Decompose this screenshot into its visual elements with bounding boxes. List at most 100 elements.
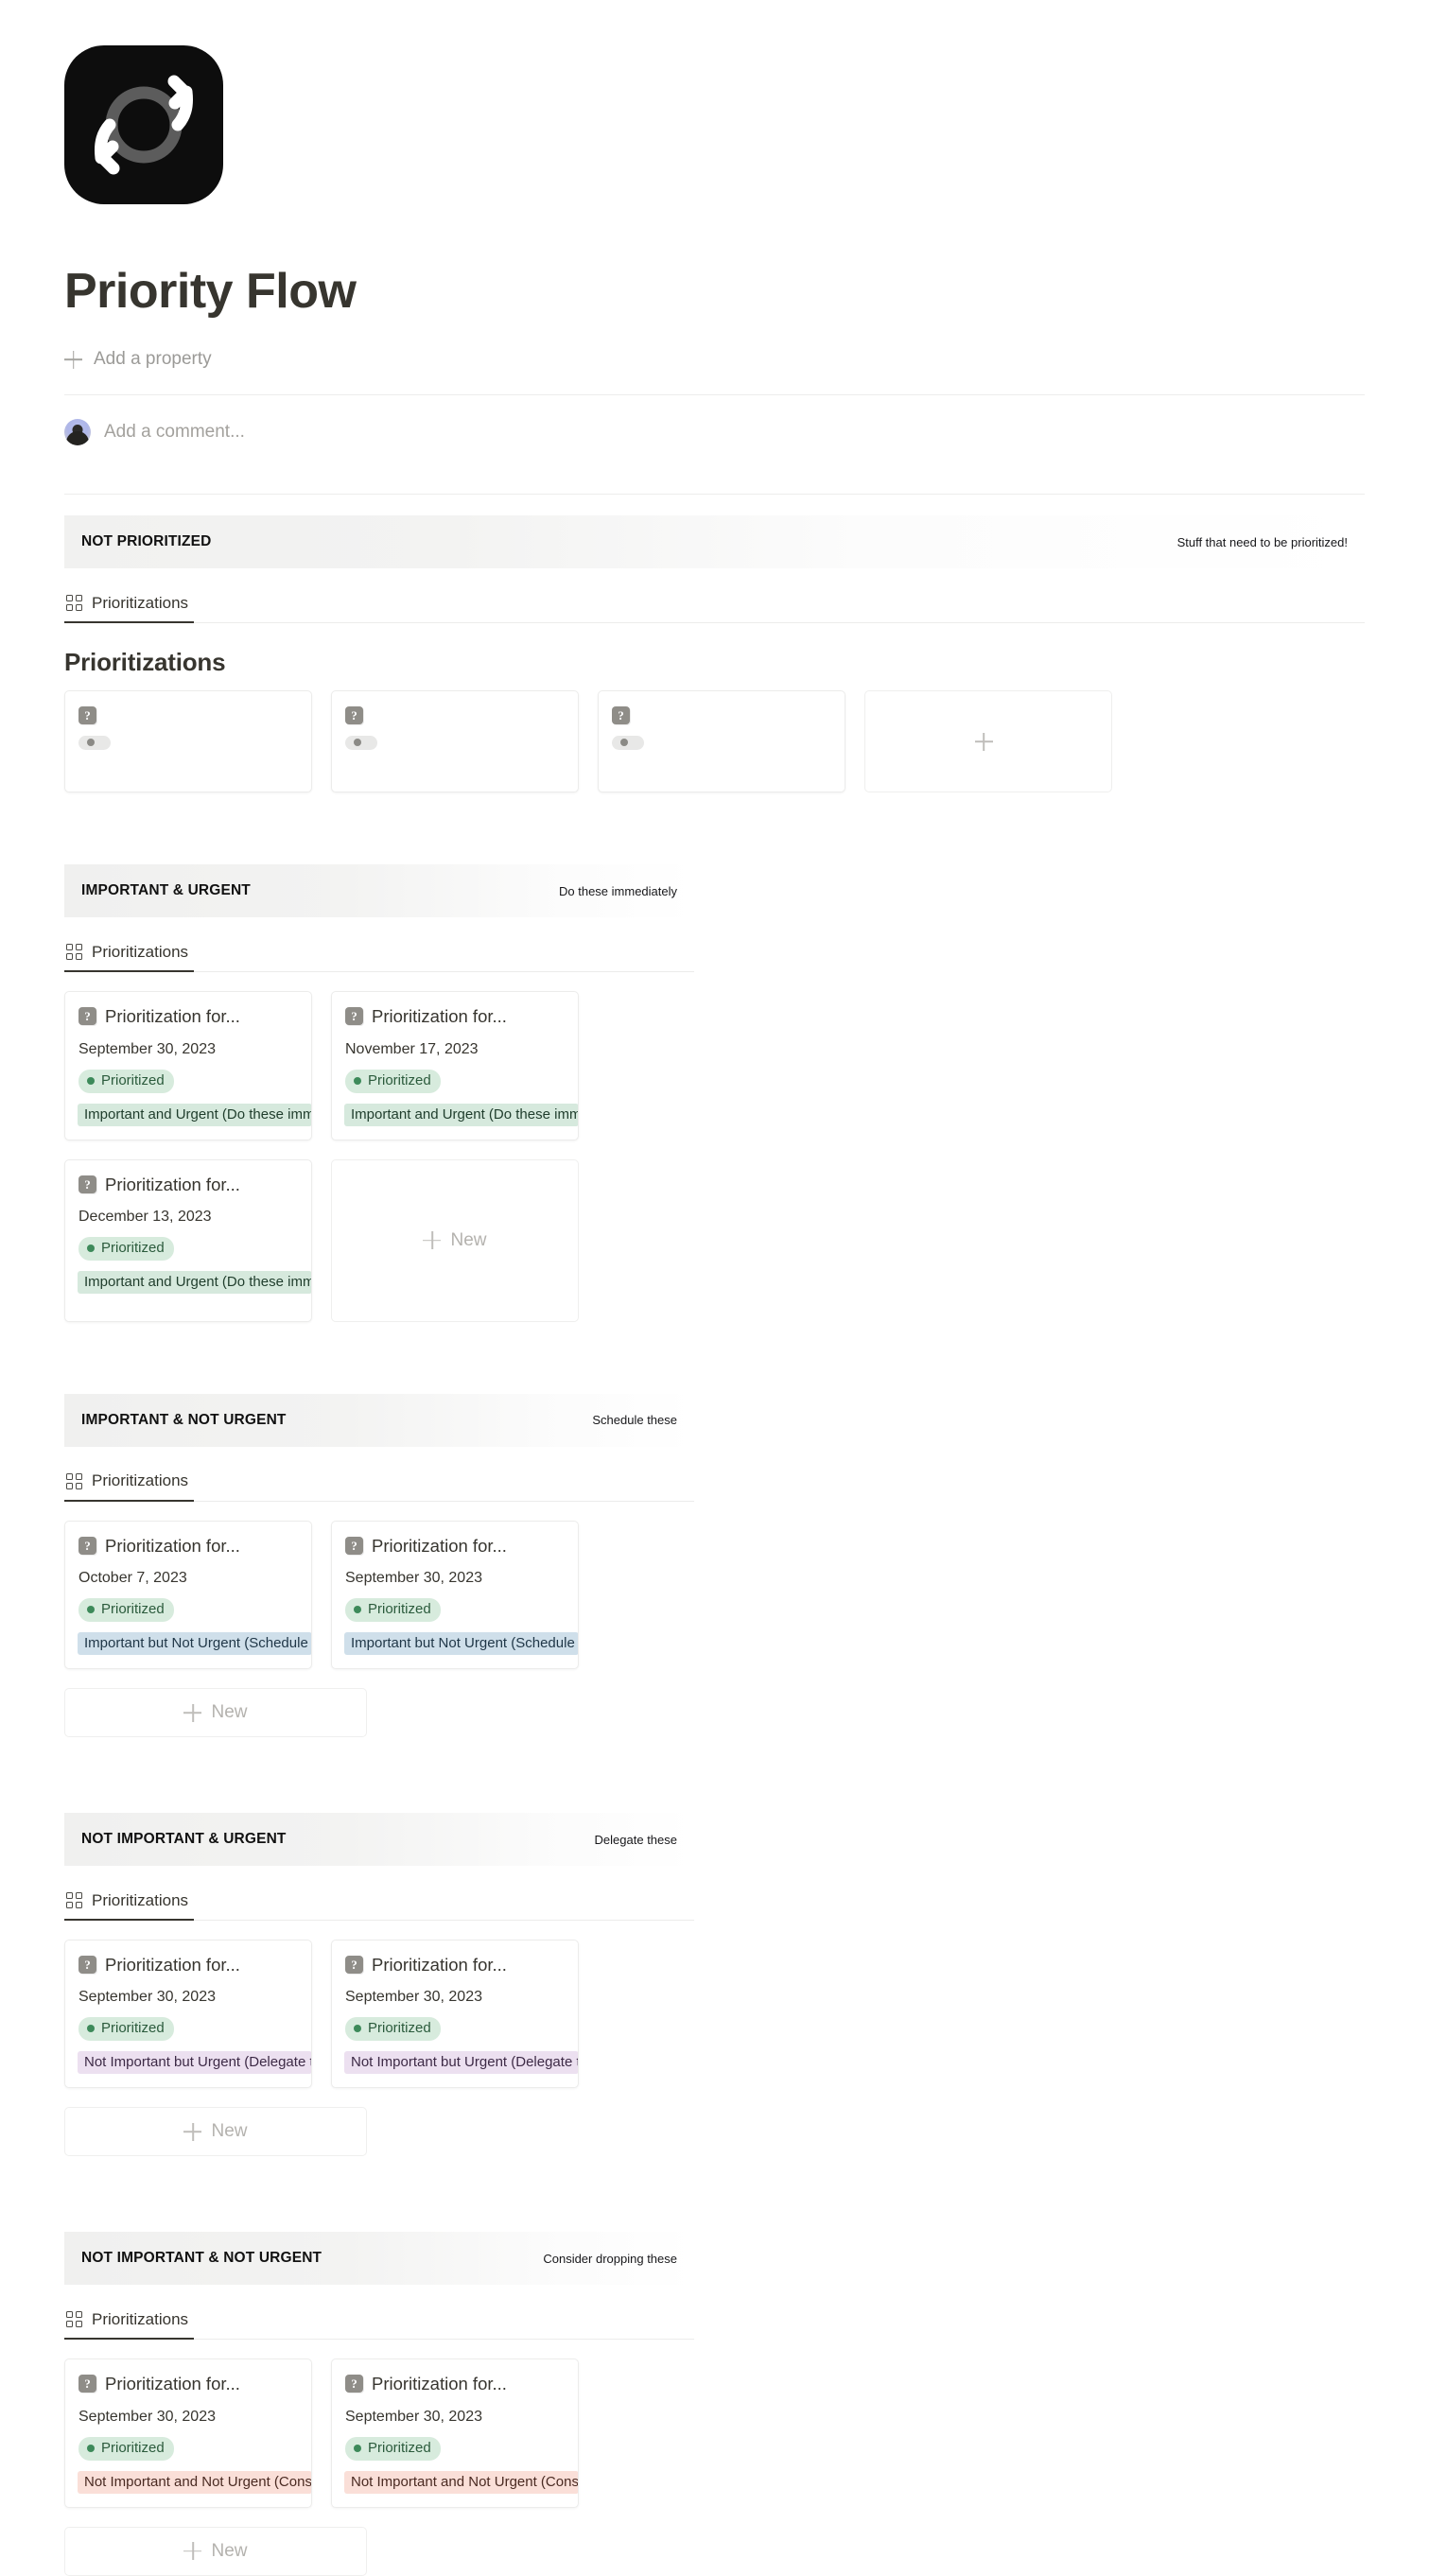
callout-title: NOT IMPORTANT & NOT URGENT [81, 2250, 322, 2267]
category-tag: Not Important but Urgent (Delegate these… [78, 2051, 311, 2075]
comment-input[interactable]: Add a comment... [104, 422, 245, 443]
new-label: New [211, 2540, 248, 2561]
card-title-row: ? Prioritization for... [345, 1535, 565, 1558]
callout-title: IMPORTANT & URGENT [81, 882, 251, 899]
status-label: Prioritized [368, 2439, 431, 2456]
category-tag: Important and Urgent (Do these immediate… [78, 1103, 311, 1126]
card-gallery: ? Prioritization for... September 30, 2023… [64, 1940, 694, 2089]
page-question-icon: ? [78, 1007, 96, 1026]
card-title-row: ? Prioritization for... [345, 1005, 565, 1028]
grid-view-icon [66, 944, 82, 961]
new-label: New [211, 1702, 248, 1722]
card-prioritization[interactable]: ? Prioritization for... September 30, 2023… [331, 2358, 579, 2508]
card-not-prioritized[interactable]: ? [64, 690, 312, 793]
tab-prioritizations[interactable]: Prioritizations [64, 933, 195, 973]
quadrant-grid: IMPORTANT & URGENT Do these immediately Pr… [64, 792, 1365, 2576]
status-badge: Prioritized [78, 2017, 174, 2042]
card-not-prioritized[interactable]: ? [598, 690, 845, 793]
grid-view-icon [66, 1472, 82, 1489]
tabstrip-quadrant: Prioritizations [64, 1462, 694, 1502]
page-root: Priority Flow Add a property Add a comme… [0, 0, 1429, 2576]
app-icon-wrapper [64, 0, 1365, 204]
callout-subtitle: Schedule these [592, 1413, 677, 1428]
new-row-button[interactable]: New [64, 1688, 367, 1737]
status-badge [78, 736, 111, 751]
new-row-button[interactable]: New [64, 2526, 367, 2576]
card-prioritization[interactable]: ? Prioritization for... September 30, 2023… [64, 1940, 312, 2089]
divider-comment [64, 494, 1365, 496]
plus-icon [423, 1231, 441, 1249]
card-prioritization[interactable]: ? Prioritization for... November 17, 2023 P… [331, 991, 579, 1140]
page-title: Priority Flow [64, 264, 357, 319]
quadrant: NOT IMPORTANT & NOT URGENT Consider dropp… [64, 2232, 694, 2576]
card-prioritization[interactable]: ? Prioritization for... December 13, 2023 P… [64, 1158, 312, 1322]
tab-prioritizations[interactable]: Prioritizations [64, 1463, 195, 1502]
status-dot [87, 1606, 95, 1613]
tab-label: Prioritizations [92, 1471, 189, 1490]
card-prioritization[interactable]: ? Prioritization for... September 30, 2023… [331, 1520, 579, 1669]
card-title-row: ? Prioritization for... [78, 1954, 298, 1976]
tab-prioritizations[interactable]: Prioritizations [64, 1882, 195, 1921]
status-dot [354, 2025, 361, 2033]
grid-view-icon [66, 2311, 82, 2328]
status-label: Prioritized [101, 2439, 165, 2456]
status-badge: Prioritized [345, 2017, 441, 2042]
tabstrip-quadrant: Prioritizations [64, 932, 694, 973]
callout-subtitle: Stuff that need to be prioritized! [1176, 534, 1348, 549]
card-not-prioritized[interactable]: ? [331, 690, 579, 793]
card-title: Prioritization for... [105, 2374, 240, 2394]
card-prioritization[interactable]: ? Prioritization for... October 7, 2023 Pri… [64, 1520, 312, 1669]
new-label: New [450, 1229, 487, 1250]
card-title: Prioritization for... [372, 1006, 507, 1027]
grid-view-icon [66, 1892, 82, 1908]
new-card-button[interactable] [864, 690, 1112, 793]
card-date: September 30, 2023 [345, 1989, 482, 2006]
grid-view-icon [66, 595, 82, 612]
new-label: New [211, 2121, 248, 2142]
callout-quadrant: NOT IMPORTANT & URGENT Delegate these [64, 1813, 694, 1866]
category-tag: Not Important and Not Urgent (Consider d… [344, 2470, 578, 2494]
category-tag: Important but Not Urgent (Schedule these… [344, 1632, 578, 1655]
status-label: Prioritized [368, 1071, 431, 1088]
category-tag: Not Important but Urgent (Delegate these… [344, 2051, 578, 2075]
card-title: Prioritization for... [105, 1006, 240, 1027]
card-title-row: ? Prioritization for... [78, 1005, 298, 1028]
card-date: September 30, 2023 [78, 1040, 216, 1057]
status-badge: Prioritized [78, 1598, 174, 1622]
card-date: December 13, 2023 [78, 1209, 212, 1225]
page-question-icon: ? [78, 2375, 96, 2393]
card-title: Prioritization for... [372, 1535, 507, 1556]
tab-prioritizations[interactable]: Prioritizations [64, 584, 195, 624]
card-date: October 7, 2023 [78, 1570, 187, 1586]
page-question-icon: ? [78, 706, 96, 725]
callout-quadrant: NOT IMPORTANT & NOT URGENT Consider dropp… [64, 2232, 694, 2286]
tab-prioritizations[interactable]: Prioritizations [64, 2301, 195, 2341]
new-row-button[interactable]: New [64, 2107, 367, 2157]
page-question-icon: ? [345, 2375, 363, 2393]
card-title-row: ? Prioritization for... [78, 2373, 298, 2395]
page-question-icon: ? [612, 706, 630, 725]
plus-icon [183, 2123, 201, 2141]
card-prioritization[interactable]: ? Prioritization for... September 30, 2023… [331, 1940, 579, 2089]
plus-icon [183, 2542, 201, 2560]
add-property-button[interactable]: Add a property [64, 349, 1365, 370]
tabstrip-quadrant: Prioritizations [64, 1881, 694, 1921]
card-gallery: ? Prioritization for... October 7, 2023 Pri… [64, 1520, 694, 1669]
new-card-button[interactable]: New [331, 1158, 579, 1322]
status-label: Prioritized [101, 1240, 165, 1256]
priority-flow-app-icon [64, 45, 223, 204]
comment-row[interactable]: Add a comment... [64, 395, 1365, 469]
status-badge: Prioritized [78, 1237, 174, 1261]
callout-quadrant: IMPORTANT & URGENT Do these immediately [64, 864, 694, 918]
card-gallery: ? Prioritization for... September 30, 2023… [64, 2358, 694, 2508]
page-question-icon: ? [78, 1536, 96, 1555]
plus-icon [64, 351, 82, 369]
card-title: Prioritization for... [105, 1174, 240, 1194]
tab-label: Prioritizations [92, 2309, 189, 2328]
status-dot [87, 1076, 95, 1085]
card-prioritization[interactable]: ? Prioritization for... September 30, 2023… [64, 991, 312, 1140]
card-prioritization[interactable]: ? Prioritization for... September 30, 2023… [64, 2358, 312, 2508]
card-title-row: ? Prioritization for... [345, 2373, 565, 2395]
status-badge: Prioritized [345, 1069, 441, 1093]
status-dot [87, 2025, 95, 2033]
